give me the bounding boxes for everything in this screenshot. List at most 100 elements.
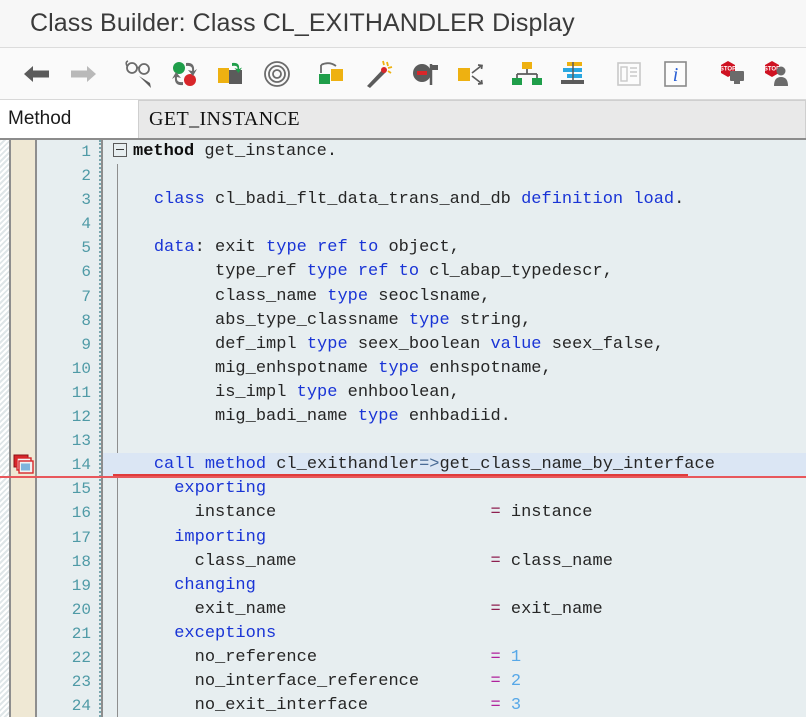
code-line[interactable]: class_name type seoclsname,	[103, 285, 806, 309]
code-line[interactable]: exporting	[103, 477, 806, 501]
code-line[interactable]: data: exit type ref to object,	[103, 236, 806, 260]
code-token-eqd: =	[490, 551, 501, 571]
svg-text:i: i	[673, 64, 679, 86]
code-token-id: type_ref	[113, 262, 307, 282]
code-line[interactable]: type_ref type ref to cl_abap_typedescr,	[103, 260, 806, 284]
breakpoint-margin[interactable]	[11, 140, 35, 717]
code-token-kw: type	[266, 238, 307, 258]
code-token-id: mig_enhspotname	[113, 358, 379, 378]
code-token-id	[113, 190, 154, 209]
code-token-id: get_class_name_by_interface	[439, 455, 715, 475]
code-token-id	[113, 528, 174, 547]
code-token-id: instance	[113, 503, 491, 523]
line-number: 10	[71, 359, 91, 378]
code-token-id	[113, 455, 154, 474]
line-number: 20	[71, 600, 91, 619]
code-line[interactable]: abs_type_classname type string,	[103, 309, 806, 333]
code-token-kw: type	[306, 262, 348, 282]
code-token-num: 1	[500, 647, 522, 667]
code-token-kw: exporting	[174, 479, 267, 499]
breakpoint-user-icon[interactable]: STOP	[754, 53, 800, 95]
code-area[interactable]: method get_instance. class cl_badi_flt_d…	[101, 140, 806, 717]
line-number: 13	[71, 432, 91, 451]
code-token-id: object,	[378, 238, 460, 258]
pretty-printer-icon[interactable]	[310, 53, 356, 95]
code-token-id: class_name	[113, 551, 491, 571]
info-icon[interactable]: i	[652, 53, 698, 95]
code-token-kw: type	[408, 310, 450, 330]
fold-collapse-icon[interactable]	[113, 142, 127, 157]
code-line[interactable]: no_interface_reference = 2	[103, 670, 806, 694]
code-token-id: class_name	[500, 551, 613, 571]
line-number: 7	[81, 287, 91, 306]
code-token-kw: definition	[521, 190, 624, 210]
check-icon[interactable]	[208, 53, 254, 95]
line-number: 14	[71, 456, 91, 475]
method-row: Method GET_INSTANCE	[0, 100, 806, 140]
line-number: 24	[71, 697, 91, 716]
window-title-bar: Class Builder: Class CL_EXITHANDLER Disp…	[0, 0, 806, 48]
code-token-eqd: =	[490, 503, 501, 523]
code-line[interactable]: instance = instance	[103, 501, 806, 525]
line-number: 22	[71, 648, 91, 667]
class-hierarchy-icon[interactable]	[504, 53, 550, 95]
code-token-kw: data	[153, 238, 195, 258]
navigate-icon[interactable]	[448, 53, 494, 95]
code-token-id: seex_false,	[541, 334, 664, 354]
code-line[interactable]: is_impl type enhboolean,	[103, 381, 806, 405]
line-number: 19	[71, 576, 91, 595]
code-line[interactable]: importing	[103, 526, 806, 550]
code-line[interactable]: exceptions	[103, 622, 806, 646]
back-arrow-icon[interactable]	[14, 53, 60, 95]
pattern-spiral-icon[interactable]	[254, 53, 300, 95]
code-line[interactable]: class cl_badi_flt_data_trans_and_db defi…	[103, 188, 806, 212]
main-toolbar: i STOP STOP Pa	[0, 48, 806, 100]
toolbar-trailing-label[interactable]: Pa	[800, 62, 806, 85]
line-number: 21	[71, 624, 91, 643]
code-line[interactable]: class_name = class_name	[103, 550, 806, 574]
code-token-kw: type	[327, 286, 369, 306]
code-token-id	[388, 262, 398, 281]
code-token-kw: to	[357, 238, 379, 258]
code-line[interactable]: mig_enhspotname type enhspotname,	[103, 357, 806, 381]
code-line[interactable]: exit_name = exit_name	[103, 598, 806, 622]
code-token-id: def_impl	[113, 334, 307, 354]
code-line[interactable]: method get_instance.	[103, 140, 806, 164]
code-token-id	[348, 238, 358, 257]
line-number: 3	[81, 191, 91, 210]
line-number: 1	[81, 143, 91, 161]
layers-icon[interactable]	[550, 53, 596, 95]
code-line[interactable]: changing	[103, 574, 806, 598]
code-token-id	[113, 238, 154, 257]
documentation-icon[interactable]	[606, 53, 652, 95]
code-token-id	[348, 262, 358, 281]
signature-icon[interactable]	[402, 53, 448, 95]
code-line[interactable]	[103, 429, 806, 453]
code-token-id: cl_abap_typedescr,	[419, 262, 613, 282]
code-line[interactable]: no_exit_interface = 3	[103, 694, 806, 717]
code-token-id: no_interface_reference	[113, 672, 491, 692]
code-token-kw: ref	[317, 238, 348, 258]
activate-icon[interactable]	[162, 53, 208, 95]
code-line[interactable]: call method cl_exithandler=>get_class_na…	[103, 453, 806, 478]
wand-icon[interactable]	[356, 53, 402, 95]
code-line[interactable]: def_impl type seex_boolean value seex_fa…	[103, 333, 806, 357]
code-token-eqm: =	[490, 696, 501, 716]
code-line[interactable]: mig_badi_name type enhbadiid.	[103, 405, 806, 429]
code-line[interactable]: no_reference = 1	[103, 646, 806, 670]
code-token-id	[113, 624, 174, 643]
breakpoint-session-icon[interactable]: STOP	[708, 53, 754, 95]
code-token-id: enhbadiid.	[398, 407, 511, 427]
screen-stack-breakpoint-icon[interactable]	[13, 454, 35, 476]
code-token-kw: class	[153, 190, 205, 210]
display-change-glasses-pencil-icon[interactable]	[116, 53, 162, 95]
forward-arrow-icon[interactable]	[60, 53, 106, 95]
code-token-kw: type	[296, 382, 338, 402]
code-token-arrow: =>	[419, 455, 440, 475]
line-number: 15	[71, 480, 91, 499]
code-line[interactable]	[103, 164, 806, 188]
method-name-field[interactable]: GET_INSTANCE	[138, 100, 806, 138]
code-token-id	[113, 576, 174, 595]
code-line[interactable]	[103, 212, 806, 236]
line-number: 17	[71, 528, 91, 547]
